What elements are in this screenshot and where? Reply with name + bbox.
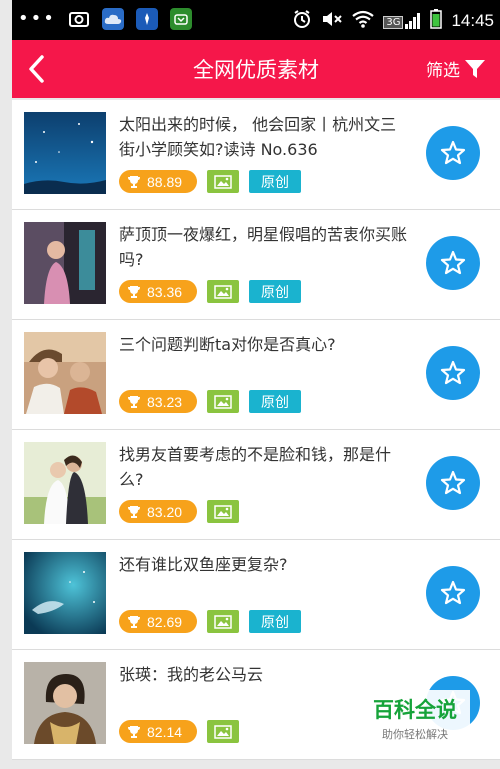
status-bar: ••• 3G 14:45 <box>12 0 500 40</box>
trophy-icon <box>128 505 140 518</box>
item-tags: 83.20 <box>119 500 239 523</box>
score-value: 83.20 <box>147 503 183 520</box>
weather-icon <box>101 8 124 30</box>
score-value: 83.23 <box>147 393 183 410</box>
image-tag <box>207 720 239 743</box>
mute-icon <box>321 10 343 32</box>
item-title: 找男友首要考虑的不是脸和钱，那是什么? <box>119 445 392 489</box>
item-tags: 82.69 原创 <box>119 610 301 633</box>
star-icon <box>440 250 466 275</box>
score-badge: 88.89 <box>119 170 197 193</box>
thumbnail-image <box>24 112 106 194</box>
image-icon <box>214 724 232 739</box>
image-icon <box>214 174 232 189</box>
status-left: ••• <box>18 8 192 30</box>
trophy-icon <box>128 395 140 408</box>
signal-icon: 3G <box>383 13 421 29</box>
trophy-icon <box>128 615 140 628</box>
image-icon <box>214 504 232 519</box>
favorite-button[interactable] <box>426 236 480 290</box>
image-icon <box>214 284 232 299</box>
status-time: 14:45 <box>451 11 494 30</box>
item-title: 太阳出来的时候， 他会回家丨杭州文三街小学顾笑如?读诗 No.636 <box>119 115 397 159</box>
original-tag: 原创 <box>249 280 301 303</box>
image-tag <box>207 390 239 413</box>
image-icon <box>214 394 232 409</box>
favorite-button[interactable] <box>426 126 480 180</box>
original-tag: 原创 <box>249 610 301 633</box>
item-title: 三个问题判断ta对你是否真心? <box>119 335 336 354</box>
watermark-logo: 百科全说 助你轻松解决 <box>360 690 470 748</box>
score-badge: 82.14 <box>119 720 197 743</box>
star-icon <box>440 580 466 605</box>
thumbnail-image <box>24 332 106 414</box>
image-tag <box>207 610 239 633</box>
thumbnail-image <box>24 442 106 524</box>
app2-icon <box>169 8 192 30</box>
thumbnail-image <box>24 662 106 744</box>
battery-icon <box>430 9 443 33</box>
score-value: 88.89 <box>147 173 183 190</box>
original-tag: 原创 <box>249 390 301 413</box>
score-value: 82.69 <box>147 613 183 630</box>
item-title: 萨顶顶一夜爆红，明星假唱的苦衷你买账吗? <box>119 225 408 269</box>
alarm-icon <box>292 9 312 33</box>
network-label: 3G <box>383 16 404 29</box>
original-tag: 原创 <box>249 170 301 193</box>
item-tags: 83.23 原创 <box>119 390 301 413</box>
item-tags: 83.36 原创 <box>119 280 301 303</box>
list-item[interactable]: 太阳出来的时候， 他会回家丨杭州文三街小学顾笑如?读诗 No.636 88.89… <box>12 100 500 210</box>
app-header: 全网优质素材 筛选 <box>12 40 500 98</box>
image-tag <box>207 170 239 193</box>
trophy-icon <box>128 285 140 298</box>
image-tag <box>207 280 239 303</box>
star-icon <box>440 360 466 385</box>
score-value: 83.36 <box>147 283 183 300</box>
star-icon <box>440 470 466 495</box>
score-badge: 83.20 <box>119 500 197 523</box>
favorite-button[interactable] <box>426 566 480 620</box>
list-item[interactable]: 三个问题判断ta对你是否真心? 83.23 原创 <box>12 320 500 430</box>
screenshot-icon <box>68 8 90 30</box>
image-icon <box>214 614 232 629</box>
score-badge: 83.23 <box>119 390 197 413</box>
item-tags: 88.89 原创 <box>119 170 301 193</box>
list-item[interactable]: 萨顶顶一夜爆红，明星假唱的苦衷你买账吗? 83.36 原创 <box>12 210 500 320</box>
app-icon <box>135 8 158 30</box>
item-title: 张瑛：我的老公马云 <box>119 665 264 684</box>
left-margin <box>0 0 12 769</box>
filter-label: 筛选 <box>426 61 460 81</box>
status-right: 3G 14:45 <box>292 9 494 33</box>
star-icon <box>440 140 466 165</box>
score-value: 82.14 <box>147 723 183 740</box>
thumbnail-image <box>24 552 106 634</box>
watermark-subtitle: 助你轻松解决 <box>382 728 448 741</box>
favorite-button[interactable] <box>426 346 480 400</box>
thumbnail-image <box>24 222 106 304</box>
item-tags: 82.14 <box>119 720 239 743</box>
list-item[interactable]: 还有谁比双鱼座更复杂? 82.69 原创 <box>12 540 500 650</box>
trophy-icon <box>128 175 140 188</box>
score-badge: 83.36 <box>119 280 197 303</box>
filter-button[interactable]: 筛选 <box>426 56 486 81</box>
material-list: 太阳出来的时候， 他会回家丨杭州文三街小学顾笑如?读诗 No.636 88.89… <box>12 100 500 760</box>
filter-icon <box>465 59 485 78</box>
image-tag <box>207 500 239 523</box>
list-item[interactable]: 找男友首要考虑的不是脸和钱，那是什么? 83.20 <box>12 430 500 540</box>
item-title: 还有谁比双鱼座更复杂? <box>119 555 288 574</box>
score-badge: 82.69 <box>119 610 197 633</box>
favorite-button[interactable] <box>426 456 480 510</box>
wifi-icon <box>352 10 375 32</box>
watermark-title: 百科全说 <box>373 698 457 722</box>
more-icon: ••• <box>18 8 56 29</box>
trophy-icon <box>128 725 140 738</box>
